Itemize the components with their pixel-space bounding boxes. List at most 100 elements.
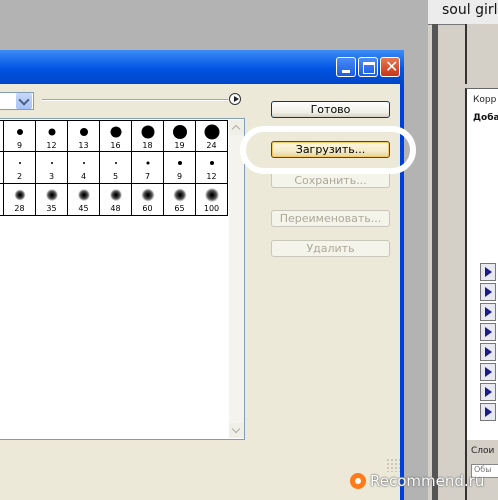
brush-size-label: 5 bbox=[112, 172, 119, 181]
preset-cell[interactable]: 18 bbox=[132, 121, 164, 152]
preset-cell[interactable]: 9 bbox=[4, 121, 36, 152]
add-label: Доба bbox=[473, 113, 498, 123]
brush-size-label: 13 bbox=[78, 141, 89, 150]
preset-row: 28 35 45 48 60 65 100 bbox=[0, 184, 228, 216]
play-icon[interactable] bbox=[480, 403, 496, 421]
preset-cell[interactable]: 16 bbox=[100, 121, 132, 152]
save-button[interactable]: Сохранить... bbox=[271, 172, 390, 188]
brush-size-label: 2 bbox=[16, 172, 23, 181]
delete-button[interactable]: Удалить bbox=[271, 240, 390, 257]
scroll-up-icon[interactable] bbox=[229, 120, 244, 135]
brush-tip-icon bbox=[114, 162, 117, 164]
minimize-button[interactable] bbox=[336, 57, 356, 77]
play-icon[interactable] bbox=[480, 283, 496, 301]
brush-size-label: 28 bbox=[14, 204, 25, 213]
brush-tip-icon bbox=[48, 128, 55, 136]
rename-button[interactable]: Переименовать... bbox=[271, 210, 390, 227]
brush-tip-icon bbox=[204, 188, 219, 202]
brush-size-label: 4 bbox=[80, 172, 87, 181]
preset-cell[interactable]: 19 bbox=[164, 121, 196, 152]
brush-preset-grid: 9 12 13 16 18 19 24 2 3 4 5 7 9 12 28 35 45 48 60 65 100 bbox=[0, 120, 228, 216]
preset-cell[interactable]: 7 bbox=[132, 152, 164, 183]
grid-scrollbar[interactable] bbox=[229, 120, 244, 438]
brush-size-label: 24 bbox=[206, 141, 217, 150]
brush-size-label: 9 bbox=[176, 172, 183, 181]
adjustments-list bbox=[480, 263, 498, 421]
preset-cell[interactable]: 2 bbox=[4, 152, 36, 183]
close-button[interactable]: ✕ bbox=[380, 57, 400, 77]
brush-size-label: 100 bbox=[203, 204, 220, 213]
preset-cell[interactable]: 100 bbox=[196, 184, 228, 215]
preset-cell[interactable]: 4 bbox=[68, 152, 100, 183]
brush-tip-icon bbox=[204, 124, 219, 140]
brush-tip-icon bbox=[77, 189, 90, 201]
preset-cell[interactable]: 5 bbox=[100, 152, 132, 183]
preset-row: 9 12 13 16 18 19 24 bbox=[0, 120, 228, 152]
close-icon: ✕ bbox=[385, 57, 399, 76]
preset-cell[interactable]: 60 bbox=[132, 184, 164, 215]
preset-row: 2 3 4 5 7 9 12 bbox=[0, 152, 228, 184]
done-button[interactable]: Готово bbox=[271, 101, 390, 118]
brush-tip-icon bbox=[18, 162, 21, 164]
brush-tip-icon bbox=[141, 125, 154, 139]
play-icon[interactable] bbox=[480, 363, 496, 381]
background-title: soul girl bbox=[428, 0, 498, 25]
brush-tip-icon bbox=[173, 188, 186, 202]
background-panel-top bbox=[465, 24, 498, 84]
panel-menu-icon[interactable] bbox=[229, 93, 241, 105]
brush-tip-icon bbox=[14, 189, 25, 201]
brush-tip-icon bbox=[141, 188, 154, 202]
brush-tip-icon bbox=[50, 162, 53, 164]
brush-size-label: 9 bbox=[16, 141, 23, 150]
brush-tip-icon bbox=[177, 161, 182, 165]
brush-size-label: 12 bbox=[206, 172, 217, 181]
panel-divider bbox=[432, 24, 438, 500]
brush-tip-icon bbox=[45, 189, 58, 201]
scroll-down-icon[interactable] bbox=[229, 423, 244, 438]
highlight-oval bbox=[240, 126, 416, 174]
brush-size-label: 45 bbox=[78, 204, 89, 213]
preset-cell[interactable]: 12 bbox=[36, 121, 68, 152]
preset-cell[interactable]: 65 bbox=[164, 184, 196, 215]
brush-size-label: 7 bbox=[144, 172, 151, 181]
preset-cell[interactable]: 3 bbox=[36, 152, 68, 183]
preset-cell[interactable]: 13 bbox=[68, 121, 100, 152]
brush-tip-icon bbox=[79, 128, 88, 136]
brush-tip-icon bbox=[146, 161, 149, 165]
chevron-down-icon[interactable] bbox=[16, 93, 32, 109]
brush-size-label: 35 bbox=[46, 204, 57, 213]
preset-cell[interactable]: 35 bbox=[36, 184, 68, 215]
recommend-logo-icon bbox=[350, 473, 366, 489]
preset-cell[interactable]: 12 bbox=[196, 152, 228, 183]
brush-tip-icon bbox=[82, 162, 85, 164]
adjustments-label: Корр bbox=[473, 95, 497, 105]
brush-size-label: 60 bbox=[142, 204, 153, 213]
preset-cell[interactable]: 9 bbox=[164, 152, 196, 183]
watermark: Recommend.ru bbox=[350, 470, 484, 492]
layers-label: Слои bbox=[471, 446, 495, 456]
brush-tip-icon bbox=[110, 126, 121, 138]
play-icon[interactable] bbox=[480, 303, 496, 321]
play-icon[interactable] bbox=[480, 343, 496, 361]
preset-cell[interactable]: 45 bbox=[68, 184, 100, 215]
brush-tip-icon bbox=[16, 129, 23, 135]
brush-size-label: 3 bbox=[48, 172, 55, 181]
brush-size-label: 48 bbox=[110, 204, 121, 213]
brush-tip-icon bbox=[109, 189, 122, 201]
background-title-text: soul girl bbox=[442, 2, 498, 18]
brush-size-label: 65 bbox=[174, 204, 185, 213]
watermark-text: Recommend.ru bbox=[370, 472, 485, 490]
brush-size-label: 19 bbox=[174, 141, 185, 150]
brush-tip-icon bbox=[209, 161, 214, 165]
preset-cell[interactable]: 24 bbox=[196, 121, 228, 152]
preset-cell[interactable]: 28 bbox=[4, 184, 36, 215]
brush-size-label: 18 bbox=[142, 141, 153, 150]
preset-cell[interactable]: 48 bbox=[100, 184, 132, 215]
maximize-button[interactable] bbox=[358, 57, 378, 77]
play-icon[interactable] bbox=[480, 383, 496, 401]
play-icon[interactable] bbox=[480, 263, 496, 281]
brush-size-label: 12 bbox=[46, 141, 57, 150]
brush-tip-icon bbox=[172, 125, 187, 139]
play-icon[interactable] bbox=[480, 323, 496, 341]
divider bbox=[42, 99, 228, 101]
